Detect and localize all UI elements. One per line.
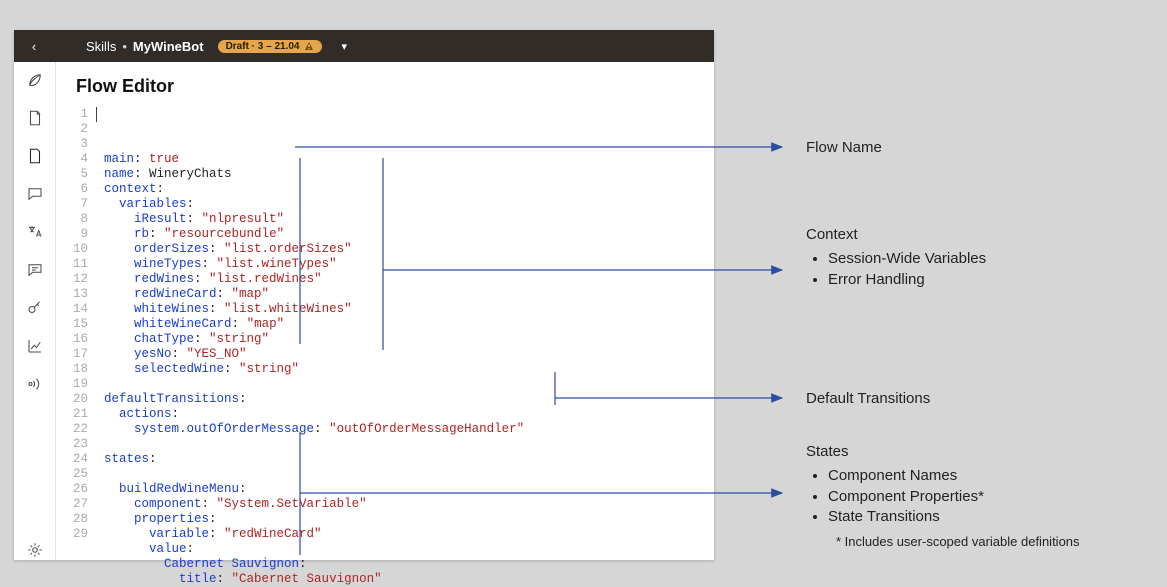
- line-number: 14: [62, 302, 88, 317]
- line-number: 26: [62, 482, 88, 497]
- breadcrumb-root[interactable]: Skills: [86, 39, 116, 54]
- code-line[interactable]: actions:: [104, 407, 714, 422]
- editor-window: ‹ Skills • MyWineBot Draft · 3 – 21.04 ▾: [14, 30, 714, 560]
- chart-icon[interactable]: [25, 336, 45, 356]
- line-number: 25: [62, 467, 88, 482]
- leaf-icon[interactable]: [25, 70, 45, 90]
- file-icon[interactable]: [25, 146, 45, 166]
- code-line[interactable]: component: "System.SetVariable": [104, 497, 714, 512]
- line-number: 29: [62, 527, 88, 542]
- code-line[interactable]: properties:: [104, 512, 714, 527]
- code-line[interactable]: redWineCard: "map": [104, 287, 714, 302]
- page-title: Flow Editor: [56, 62, 714, 107]
- chevron-left-icon: ‹: [32, 39, 36, 54]
- line-number: 15: [62, 317, 88, 332]
- line-number: 20: [62, 392, 88, 407]
- code-line[interactable]: title: "Cabernet Sauvignon": [104, 572, 714, 587]
- code-line[interactable]: wineTypes: "list.wineTypes": [104, 257, 714, 272]
- broadcast-icon[interactable]: [25, 374, 45, 394]
- code-line[interactable]: redWines: "list.redWines": [104, 272, 714, 287]
- line-number: 19: [62, 377, 88, 392]
- breadcrumb-skill[interactable]: MyWineBot: [133, 39, 204, 54]
- annotation-item: Session-Wide Variables: [828, 249, 986, 269]
- line-number: 3: [62, 137, 88, 152]
- line-number: 6: [62, 182, 88, 197]
- line-number: 1: [62, 107, 88, 122]
- code-line[interactable]: whiteWineCard: "map": [104, 317, 714, 332]
- line-number: 10: [62, 242, 88, 257]
- code-line[interactable]: selectedWine: "string": [104, 362, 714, 377]
- version-badge[interactable]: Draft · 3 – 21.04: [218, 40, 322, 53]
- code-line[interactable]: [104, 437, 714, 452]
- code-line[interactable]: Cabernet Sauvignon:: [104, 557, 714, 572]
- line-number: 11: [62, 257, 88, 272]
- line-number-gutter: 1234567891011121314151617181920212223242…: [62, 107, 96, 560]
- version-badge-text: Draft · 3 – 21.04: [226, 41, 300, 52]
- line-number: 4: [62, 152, 88, 167]
- key-icon[interactable]: [25, 298, 45, 318]
- chat-icon[interactable]: [25, 184, 45, 204]
- line-number: 12: [62, 272, 88, 287]
- code-editor[interactable]: 1234567891011121314151617181920212223242…: [56, 107, 714, 560]
- line-number: 17: [62, 347, 88, 362]
- code-line[interactable]: system.outOfOrderMessage: "outOfOrderMes…: [104, 422, 714, 437]
- breadcrumb: Skills • MyWineBot Draft · 3 – 21.04 ▾: [86, 39, 347, 54]
- code-line[interactable]: main: true: [104, 152, 714, 167]
- annotation-item: Error Handling: [828, 270, 986, 290]
- code-line[interactable]: context:: [104, 182, 714, 197]
- code-line[interactable]: states:: [104, 452, 714, 467]
- line-number: 18: [62, 362, 88, 377]
- code-line[interactable]: rb: "resourcebundle": [104, 227, 714, 242]
- code-line[interactable]: variable: "redWineCard": [104, 527, 714, 542]
- translate-icon[interactable]: [25, 222, 45, 242]
- line-number: 7: [62, 197, 88, 212]
- line-number: 13: [62, 287, 88, 302]
- code-line[interactable]: buildRedWineMenu:: [104, 482, 714, 497]
- code-line[interactable]: value:: [104, 542, 714, 557]
- line-number: 23: [62, 437, 88, 452]
- annotation-flow-name: Flow Name: [806, 138, 882, 158]
- code-line[interactable]: [104, 467, 714, 482]
- line-number: 21: [62, 407, 88, 422]
- code-line[interactable]: orderSizes: "list.orderSizes": [104, 242, 714, 257]
- code-area[interactable]: main: truename: WineryChatscontext: vari…: [96, 107, 714, 560]
- sidebar: [14, 62, 56, 560]
- line-number: 22: [62, 422, 88, 437]
- back-button[interactable]: ‹: [22, 39, 46, 54]
- code-line[interactable]: iResult: "nlpresult": [104, 212, 714, 227]
- annotation-states: States Component NamesComponent Properti…: [806, 442, 1080, 551]
- code-line[interactable]: [104, 377, 714, 392]
- line-number: 2: [62, 122, 88, 137]
- line-number: 24: [62, 452, 88, 467]
- line-number: 28: [62, 512, 88, 527]
- version-dropdown[interactable]: ▾: [342, 40, 348, 53]
- code-line[interactable]: chatType: "string": [104, 332, 714, 347]
- annotation-item: Component Names: [828, 466, 1080, 486]
- code-line[interactable]: variables:: [104, 197, 714, 212]
- document-icon[interactable]: [25, 108, 45, 128]
- code-line[interactable]: name: WineryChats: [104, 167, 714, 182]
- breadcrumb-separator: •: [122, 39, 127, 54]
- annotation-item: State Transitions: [828, 507, 1080, 527]
- code-line[interactable]: whiteWines: "list.whiteWines": [104, 302, 714, 317]
- annotation-context: Context Session-Wide VariablesError Hand…: [806, 225, 986, 290]
- gear-icon[interactable]: [25, 540, 45, 560]
- cursor: [96, 107, 97, 122]
- annotation-item: Component Properties*: [828, 487, 1080, 507]
- content: Flow Editor 1234567891011121314151617181…: [56, 62, 714, 560]
- line-number: 16: [62, 332, 88, 347]
- top-bar: ‹ Skills • MyWineBot Draft · 3 – 21.04 ▾: [14, 30, 714, 62]
- line-number: 9: [62, 227, 88, 242]
- comment-icon[interactable]: [25, 260, 45, 280]
- line-number: 5: [62, 167, 88, 182]
- code-line[interactable]: yesNo: "YES_NO": [104, 347, 714, 362]
- annotation-default-transitions: Default Transitions: [806, 389, 930, 409]
- line-number: 27: [62, 497, 88, 512]
- line-number: 8: [62, 212, 88, 227]
- code-line[interactable]: defaultTransitions:: [104, 392, 714, 407]
- warning-icon: [304, 41, 314, 51]
